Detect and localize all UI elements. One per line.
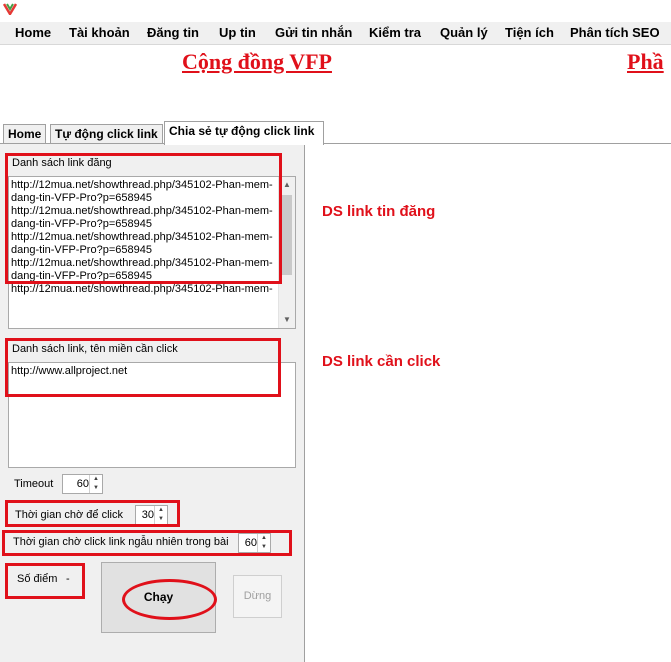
- menu-item-up[interactable]: Up tin: [219, 25, 256, 40]
- tab-share-auto-click-link[interactable]: Chia sẻ tự động click link: [164, 121, 324, 145]
- timeout-stepper[interactable]: 60 ▲ ▼: [62, 474, 103, 494]
- menu-item-seo[interactable]: Phân tích SEO: [570, 25, 660, 40]
- content-area: [305, 144, 671, 662]
- menu-item-post[interactable]: Đăng tin: [147, 25, 199, 40]
- wait-click-value: 30: [141, 509, 154, 521]
- stepper-up-icon[interactable]: ▲: [258, 534, 270, 543]
- app-logo-icon: [3, 3, 17, 15]
- menu-item-home[interactable]: Home: [15, 25, 51, 40]
- banner: Cộng đồng VFP Phầ: [0, 45, 671, 117]
- stepper-down-icon[interactable]: ▼: [90, 484, 102, 493]
- title-bar: [0, 0, 671, 22]
- menu-item-send-message[interactable]: Gửi tin nhắn: [275, 25, 352, 40]
- points-value: -: [66, 573, 70, 585]
- wait-click-label: Thời gian chờ để click: [15, 509, 123, 521]
- timeout-stepper-arrows[interactable]: ▲ ▼: [89, 475, 102, 493]
- click-links-textarea[interactable]: http://www.allproject.net: [8, 362, 296, 468]
- banner-title[interactable]: Cộng đồng VFP: [182, 49, 332, 75]
- menu-bar: Home Tài khoản Đăng tin Up tin Gửi tin n…: [0, 22, 671, 45]
- post-links-text: http://12mua.net/showthread.php/345102-P…: [11, 179, 273, 295]
- wait-random-stepper[interactable]: 60 ▲ ▼: [238, 533, 271, 553]
- settings-panel: Danh sách link đăng http://12mua.net/sho…: [0, 144, 305, 662]
- menu-item-check[interactable]: Kiểm tra: [369, 25, 421, 40]
- wait-click-stepper-arrows[interactable]: ▲ ▼: [154, 506, 167, 524]
- post-links-textarea[interactable]: http://12mua.net/showthread.php/345102-P…: [8, 176, 296, 329]
- scroll-thumb[interactable]: [281, 195, 292, 275]
- annotation-post-links: DS link tin đăng: [322, 203, 436, 220]
- wait-random-stepper-arrows[interactable]: ▲ ▼: [257, 534, 270, 552]
- stepper-up-icon[interactable]: ▲: [90, 475, 102, 484]
- click-links-label: Danh sách link, tên miền cần click: [12, 343, 178, 355]
- scroll-down-icon[interactable]: ▼: [279, 312, 295, 328]
- stepper-down-icon[interactable]: ▼: [258, 543, 270, 552]
- wait-click-stepper[interactable]: 30 ▲ ▼: [135, 505, 168, 525]
- tab-auto-click-link[interactable]: Tự động click link: [50, 124, 163, 143]
- tab-home[interactable]: Home: [3, 124, 46, 143]
- post-links-label: Danh sách link đăng: [12, 157, 112, 169]
- run-button[interactable]: Chạy: [101, 562, 216, 633]
- stop-button[interactable]: Dừng: [233, 575, 282, 618]
- wait-random-label: Thời gian chờ click link ngẫu nhiên tron…: [13, 536, 229, 548]
- annotation-click-links: DS link cần click: [322, 353, 441, 370]
- stepper-up-icon[interactable]: ▲: [155, 506, 167, 515]
- timeout-label: Timeout: [14, 478, 54, 490]
- post-links-scrollbar[interactable]: ▲ ▼: [278, 177, 295, 328]
- menu-item-utilities[interactable]: Tiện ích: [505, 25, 554, 40]
- stepper-down-icon[interactable]: ▼: [155, 515, 167, 524]
- banner-title-right[interactable]: Phầ: [627, 49, 664, 75]
- click-links-text: http://www.allproject.net: [11, 365, 128, 377]
- menu-item-account[interactable]: Tài khoản: [69, 25, 130, 40]
- points-label: Số điểm: [17, 573, 58, 585]
- scroll-up-icon[interactable]: ▲: [279, 177, 295, 193]
- wait-random-value: 60: [244, 537, 257, 549]
- menu-item-manage[interactable]: Quản lý: [440, 25, 488, 40]
- timeout-value: 60: [76, 478, 89, 490]
